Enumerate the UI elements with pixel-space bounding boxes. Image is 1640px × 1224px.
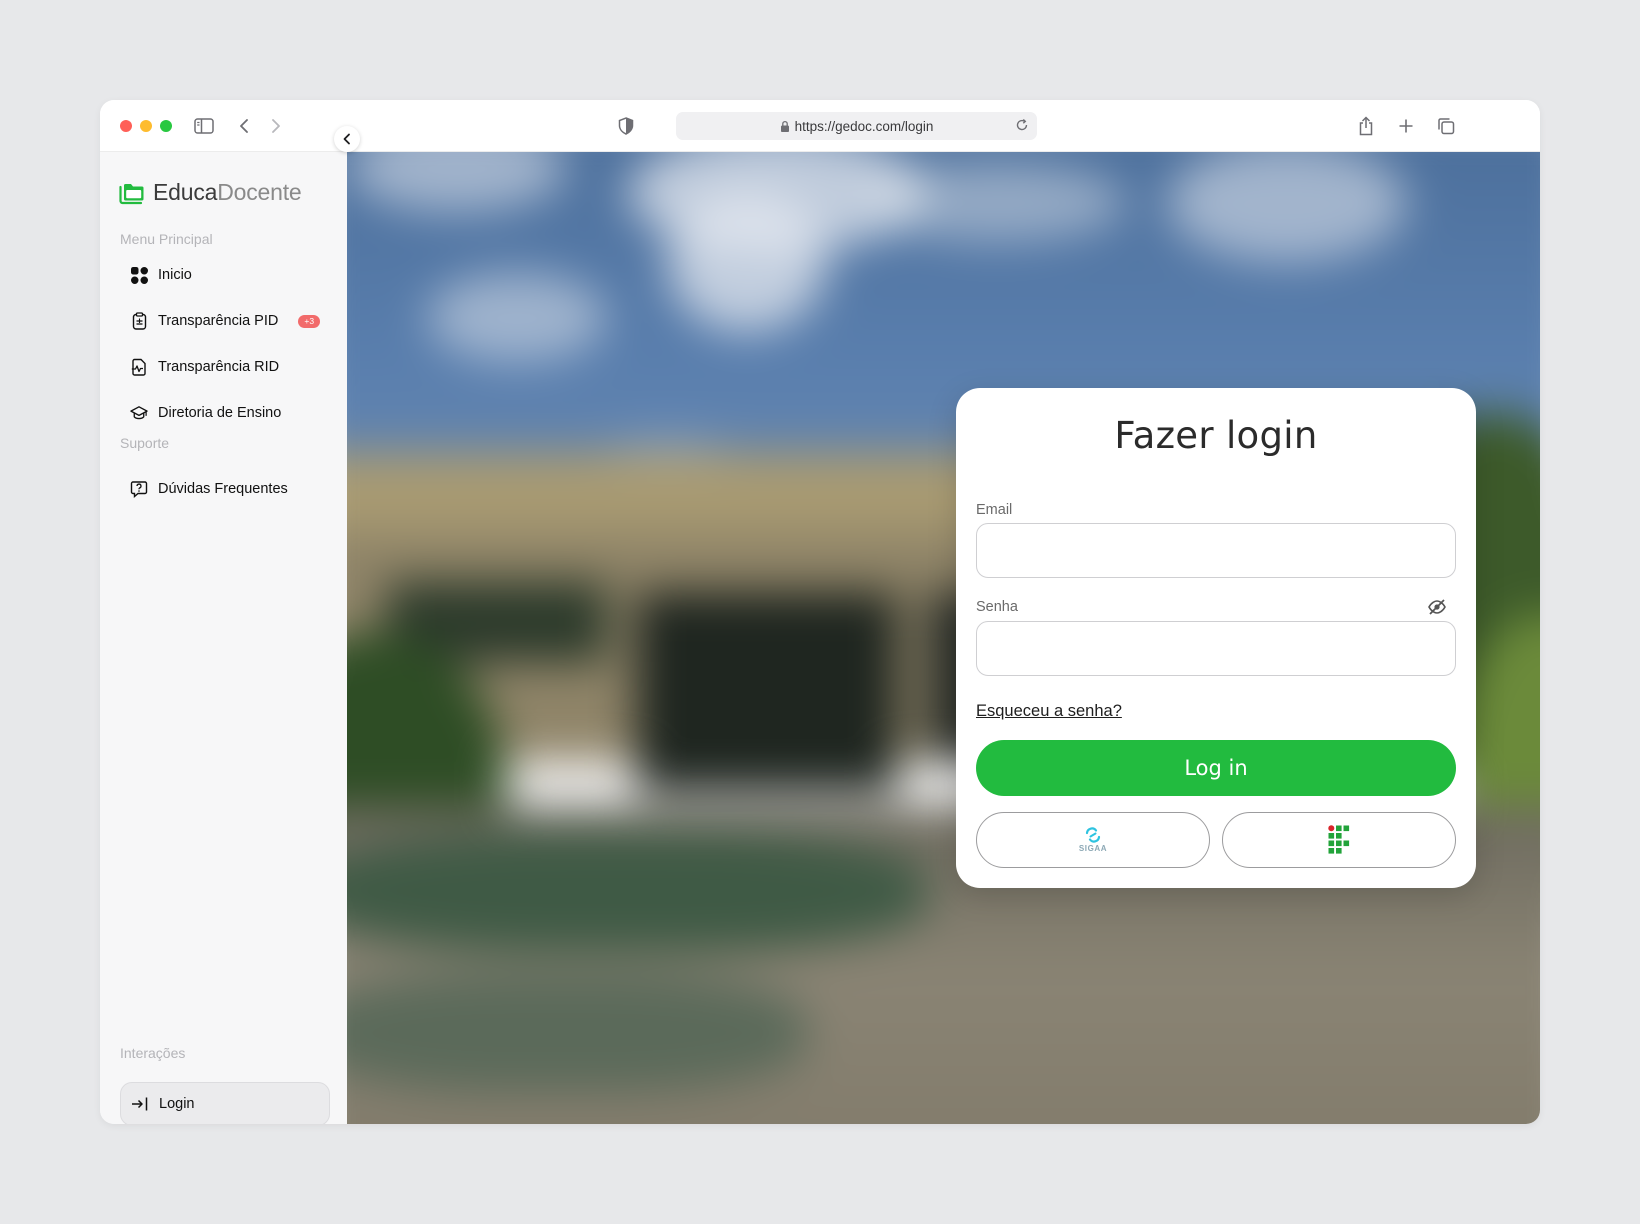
privacy-shield-icon[interactable] <box>614 114 638 138</box>
email-field[interactable] <box>976 523 1456 578</box>
sidebar-item-inicio[interactable]: Inicio <box>120 256 330 294</box>
login-hero: Fazer login Email Senha Esqueceu a senha… <box>347 152 1540 1124</box>
sidebar-item-login[interactable]: Login <box>120 1082 330 1124</box>
new-tab-icon[interactable] <box>1394 114 1418 138</box>
sidebar-item-transparencia-pid[interactable]: Transparência PID +3 <box>120 302 330 340</box>
url-text: https://gedoc.com/login <box>794 118 934 134</box>
logo-text-part2: Docente <box>217 179 302 205</box>
browser-toolbar: https://gedoc.com/login <box>100 100 1540 152</box>
section-title-support: Suporte <box>120 435 170 451</box>
login-card: Fazer login Email Senha Esqueceu a senha… <box>956 388 1476 888</box>
collapse-sidebar-button[interactable] <box>334 126 360 152</box>
sidebar-item-label: Diretoria de Ensino <box>158 405 282 421</box>
sidebar-item-label: Inicio <box>158 267 192 283</box>
clipboard-icon <box>130 312 148 330</box>
back-icon[interactable] <box>232 114 256 138</box>
tab-overview-icon[interactable] <box>1434 114 1458 138</box>
question-chat-icon <box>130 480 148 498</box>
app-logo[interactable]: EducaDocente <box>119 179 302 206</box>
sidebar-toggle-icon[interactable] <box>192 114 216 138</box>
chevron-left-icon <box>343 133 350 145</box>
sidebar: EducaDocente Menu Principal Inicio Trans… <box>100 152 347 1124</box>
sidebar-item-label: Transparência PID <box>158 313 279 329</box>
maximize-window-button[interactable] <box>160 120 172 132</box>
minimize-window-button[interactable] <box>140 120 152 132</box>
password-label: Senha <box>976 599 1018 615</box>
institute-logo-icon <box>1328 825 1350 854</box>
login-title: Fazer login <box>1114 414 1318 457</box>
browser-window: https://gedoc.com/login EducaDocente Men… <box>100 100 1540 1124</box>
reload-icon[interactable] <box>1015 118 1029 132</box>
graduation-cap-icon <box>130 404 148 422</box>
institution-login-button[interactable] <box>1222 812 1456 868</box>
sidebar-item-label: Login <box>159 1096 195 1112</box>
login-button[interactable]: Log in <box>976 740 1456 796</box>
folder-logo-icon <box>119 183 144 204</box>
sigaa-logo-text: SIGAA <box>1078 844 1108 853</box>
share-icon[interactable] <box>1354 114 1378 138</box>
forward-icon[interactable] <box>264 114 288 138</box>
sidebar-item-diretoria-de-ensino[interactable]: Diretoria de Ensino <box>120 394 330 432</box>
password-field[interactable] <box>976 621 1456 676</box>
lock-icon <box>780 120 790 133</box>
logo-text-part1: Educa <box>153 179 218 205</box>
document-chart-icon <box>130 358 148 376</box>
sidebar-item-label: Dúvidas Frequentes <box>158 481 288 497</box>
address-bar[interactable]: https://gedoc.com/login <box>676 112 1037 140</box>
sigaa-logo-icon <box>1085 827 1101 843</box>
sidebar-item-transparencia-rid[interactable]: Transparência RID <box>120 348 330 386</box>
close-window-button[interactable] <box>120 120 132 132</box>
login-arrow-icon <box>131 1095 149 1113</box>
section-title-interactions: Interações <box>120 1045 186 1061</box>
email-label: Email <box>976 502 1013 518</box>
eye-off-icon[interactable] <box>1427 599 1447 615</box>
logo-text: EducaDocente <box>153 179 302 206</box>
sigaa-login-button[interactable]: SIGAA <box>976 812 1210 868</box>
sidebar-item-label: Transparência RID <box>158 359 280 375</box>
notification-badge: +3 <box>298 314 321 328</box>
sidebar-item-duvidas-frequentes[interactable]: Dúvidas Frequentes <box>120 470 330 508</box>
section-title-main: Menu Principal <box>120 231 213 247</box>
forgot-password-link[interactable]: Esqueceu a senha? <box>976 702 1122 721</box>
grid-icon <box>130 266 148 284</box>
